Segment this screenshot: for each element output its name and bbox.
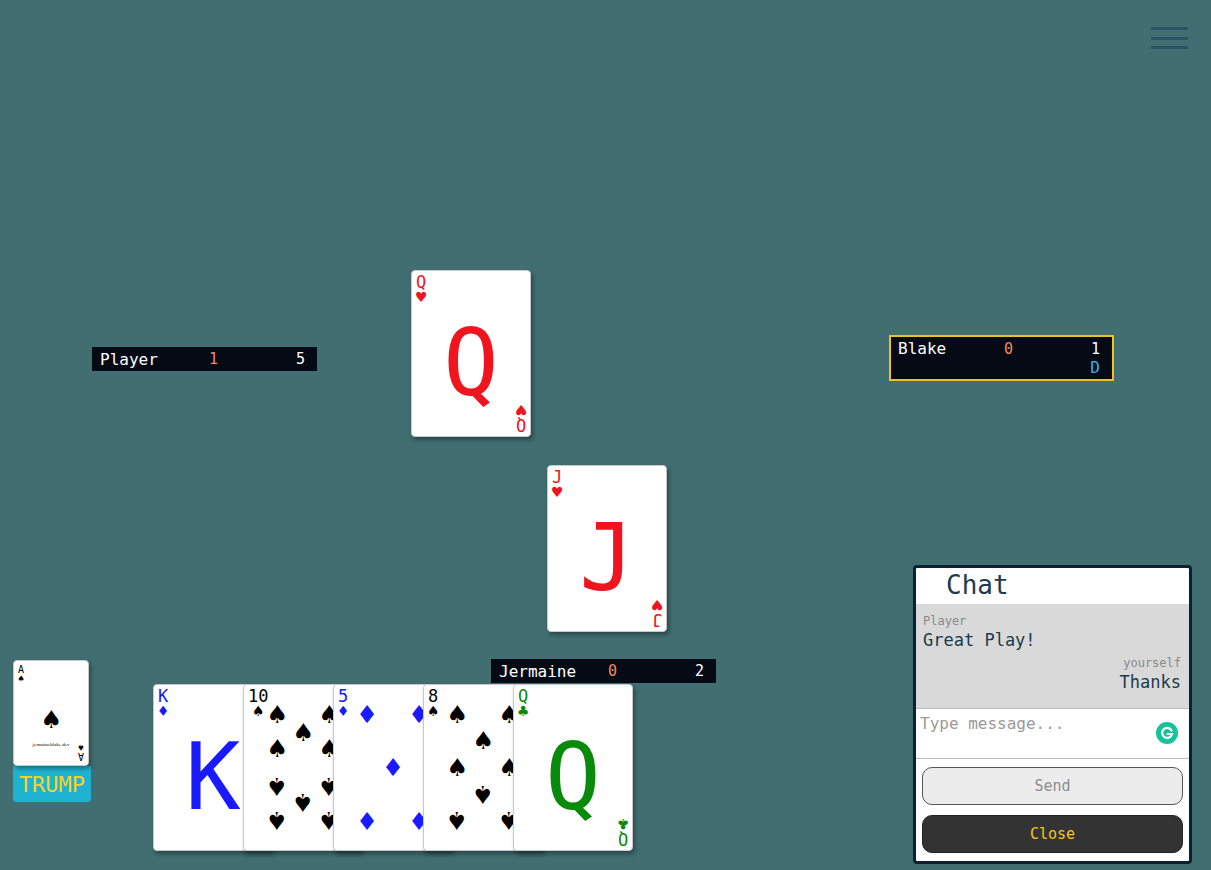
player-score: 1: [209, 350, 289, 368]
card-maker: jermaineblake.dev: [14, 742, 88, 747]
card-corner: Q♥: [516, 401, 526, 432]
suit-pip-icon: ♠: [294, 718, 312, 748]
player-name: Jermaine: [499, 662, 608, 681]
chat-messages: Player Great Play! yourself Thanks: [916, 604, 1189, 708]
card-center: Q: [514, 718, 632, 837]
card-corner: J♥: [652, 596, 662, 627]
close-button[interactable]: Close: [922, 815, 1183, 853]
dealer-badge: D: [1084, 358, 1100, 377]
suit-pip-icon: ♠: [448, 753, 466, 783]
card-corner: 5♦: [338, 689, 348, 720]
card-corner: A♠: [18, 665, 24, 683]
suit-pip-icon: ♠: [268, 734, 286, 764]
player-label: Jermaine02: [491, 659, 716, 683]
trump-indicator: A♠♠jermaineblake.devA♠TRUMP: [13, 660, 91, 802]
chat-message: Player Great Play!: [923, 614, 1181, 650]
card-corner: Q♣: [618, 815, 628, 846]
card-corner: J♥: [552, 470, 562, 501]
card-corner: K♦: [158, 689, 168, 720]
menu-icon[interactable]: [1151, 27, 1188, 49]
suit-pip-icon: ♦: [384, 753, 402, 783]
hand-card[interactable]: Q♣QQ♣: [513, 684, 633, 851]
player-score: 0: [608, 662, 688, 680]
player-score: 0: [1004, 340, 1084, 358]
player-tricks: 5: [289, 350, 305, 368]
card-center: Q: [412, 304, 530, 423]
suit-pip-icon: ♠: [474, 726, 492, 756]
suit-pip-icon: ♠: [268, 805, 286, 835]
card-corner: 10♠: [248, 689, 268, 720]
chat-input[interactable]: [918, 713, 1155, 734]
trump-label: TRUMP: [13, 766, 91, 802]
card-corner: 8♠: [428, 689, 438, 720]
player-label: Player15: [92, 347, 317, 371]
player-seat: Jermaine02: [491, 659, 716, 683]
chat-message: yourself Thanks: [923, 656, 1181, 692]
card-corner: Q♣: [518, 689, 528, 720]
played-card[interactable]: Q♥QQ♥: [411, 270, 531, 437]
suit-pip-icon: ♠: [474, 779, 492, 809]
player-seat: Blake01D: [889, 335, 1114, 381]
player-name: Blake: [898, 339, 1004, 358]
player-label: Blake01D: [889, 335, 1114, 381]
suit-pip-icon: ♠: [268, 771, 286, 801]
card-corner: A♠: [78, 743, 84, 761]
chat-title: Chat: [916, 568, 1189, 604]
player-tricks: 1: [1084, 340, 1100, 358]
player-name: Player: [100, 350, 209, 369]
suit-pip-icon: ♠: [448, 700, 466, 730]
grammar-check-icon[interactable]: [1155, 721, 1179, 745]
message-text: Thanks: [1120, 672, 1181, 692]
trump-card[interactable]: A♠♠jermaineblake.devA♠: [13, 660, 89, 766]
suit-pip-icon: ♠: [448, 805, 466, 835]
chat-panel: Chat Player Great Play! yourself Thanks Send C…: [913, 565, 1192, 864]
suit-pip-icon: ♦: [358, 700, 376, 730]
send-button[interactable]: Send: [922, 767, 1183, 805]
played-card-slot: J♥JJ♥: [547, 465, 667, 632]
suit-pip-icon: ♠: [268, 700, 286, 730]
chat-buttons: Send Close: [916, 759, 1189, 861]
message-text: Great Play!: [923, 630, 1036, 650]
played-card-slot: Q♥QQ♥: [411, 270, 531, 437]
played-card[interactable]: J♥JJ♥: [547, 465, 667, 632]
message-sender: yourself: [1123, 656, 1181, 670]
card-center: J: [548, 499, 666, 618]
player-seat: Player15: [92, 347, 317, 371]
suit-pip-icon: ♠: [294, 787, 312, 817]
suit-pip-icon: ♦: [358, 805, 376, 835]
chat-input-row: [916, 708, 1189, 759]
game-table: Player15Blake01DJermaine02Q♥QQ♥J♥JJ♥K♦KK…: [0, 0, 1211, 870]
message-sender: Player: [923, 614, 966, 628]
player-tricks: 2: [688, 662, 704, 680]
card-corner: Q♥: [416, 275, 426, 306]
player-hand: K♦KK♦10♠♠♠♠♠♠♠♠♠♠♠10♠5♦♦♦♦♦♦5♦8♠♠♠♠♠♠♠♠♠…: [153, 684, 633, 851]
